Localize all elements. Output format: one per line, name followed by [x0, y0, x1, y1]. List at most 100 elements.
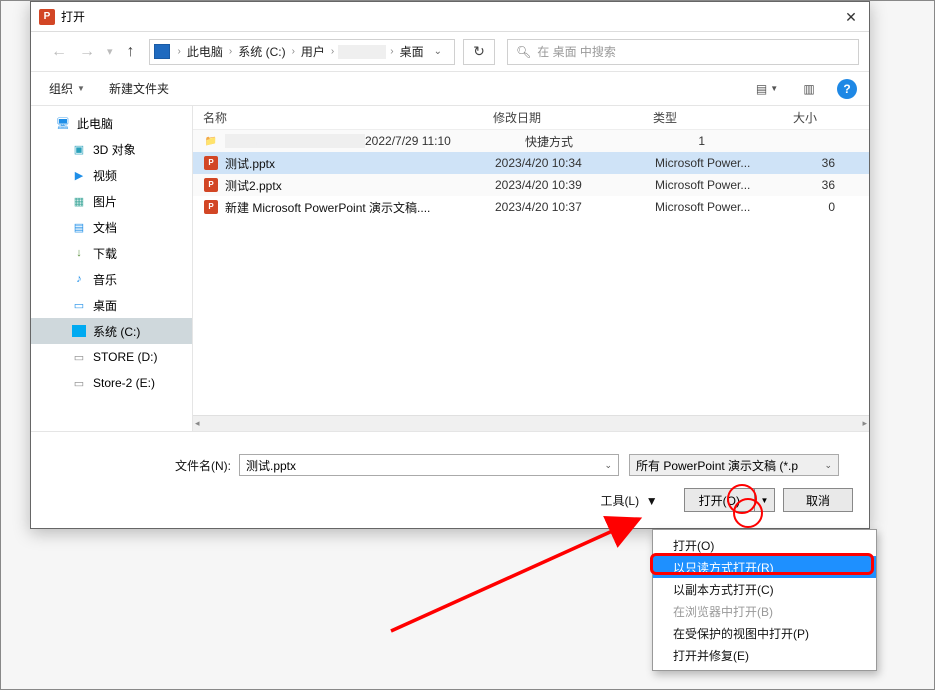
open-split-button[interactable]: 打开(O) ▼: [684, 488, 775, 512]
file-row[interactable]: P 测试2.pptx 2023/4/20 10:39 Microsoft Pow…: [193, 174, 869, 196]
menu-item-open-repair[interactable]: 打开并修复(E): [653, 644, 876, 666]
col-type[interactable]: 类型: [653, 109, 793, 126]
sidebar-item-this-pc[interactable]: 🖥此电脑: [31, 110, 192, 136]
breadcrumb-drive[interactable]: 系统 (C:): [236, 43, 287, 60]
open-button[interactable]: 打开(O): [684, 488, 755, 512]
back-button[interactable]: ←: [45, 43, 73, 61]
powerpoint-icon: P: [39, 9, 55, 25]
col-size[interactable]: 大小: [793, 109, 833, 126]
ppt-icon: P: [203, 177, 219, 193]
up-button[interactable]: ↑: [119, 43, 143, 61]
breadcrumb-root[interactable]: 此电脑: [185, 43, 225, 60]
menu-item-open-copy[interactable]: 以副本方式打开(C): [653, 578, 876, 600]
file-type: Microsoft Power...: [655, 156, 795, 170]
file-row[interactable]: P 测试.pptx 2023/4/20 10:34 Microsoft Powe…: [193, 152, 869, 174]
drive-icon: ▭: [71, 349, 87, 365]
video-icon: ▶: [71, 167, 87, 183]
sidebar-item-video[interactable]: ▶视频: [31, 162, 192, 188]
titlebar: P 打开 ✕: [31, 2, 869, 32]
folder-icon: 📁: [203, 133, 219, 149]
cube-icon: ▣: [71, 141, 87, 157]
history-dropdown[interactable]: ▾: [101, 45, 119, 58]
dialog-title: 打开: [61, 8, 85, 25]
file-name: 测试.pptx: [225, 155, 495, 172]
chevron-right-icon: ›: [327, 46, 338, 57]
file-date: 2023/4/20 10:37: [495, 200, 655, 214]
forward-button[interactable]: →: [73, 43, 101, 61]
file-date: 2022/7/29 11:10: [365, 134, 525, 148]
footer: 文件名(N): 测试.pptx ⌄ 所有 PowerPoint 演示文稿 (*.…: [31, 431, 869, 512]
file-size: 36: [795, 178, 835, 192]
sidebar-item-drive-c[interactable]: 系统 (C:): [31, 318, 192, 344]
chevron-right-icon: ›: [174, 46, 185, 57]
file-type: 快捷方式: [525, 133, 665, 150]
column-headers[interactable]: 名称 修改日期 类型 大小: [193, 106, 869, 130]
file-pane: 名称 修改日期 类型 大小 📁 hidden 2022/7/29 11:10 快…: [193, 106, 869, 431]
file-size: 1: [665, 134, 705, 148]
ppt-icon: P: [203, 199, 219, 215]
file-name: 测试2.pptx: [225, 177, 495, 194]
file-date: 2023/4/20 10:34: [495, 156, 655, 170]
tools-button[interactable]: 工具(L) ▼: [600, 492, 657, 509]
open-dropdown-button[interactable]: ▼: [755, 488, 775, 512]
sidebar-item-3d[interactable]: ▣3D 对象: [31, 136, 192, 162]
file-size: 36: [795, 156, 835, 170]
chevron-down-icon[interactable]: ⌄: [604, 460, 612, 471]
col-date[interactable]: 修改日期: [493, 109, 653, 126]
filename-input[interactable]: 测试.pptx ⌄: [239, 454, 619, 476]
sidebar-item-drive-d[interactable]: ▭STORE (D:): [31, 344, 192, 370]
chevron-right-icon: ›: [288, 46, 299, 57]
breadcrumb-desktop[interactable]: 桌面: [398, 43, 426, 60]
breadcrumb[interactable]: › 此电脑 › 系统 (C:) › 用户 › xx › 桌面 ⌄: [149, 39, 455, 65]
close-button[interactable]: ✕: [839, 6, 863, 28]
sidebar-item-desktop[interactable]: ▭桌面: [31, 292, 192, 318]
col-name[interactable]: 名称: [203, 109, 493, 126]
nav-row: ← → ▾ ↑ › 此电脑 › 系统 (C:) › 用户 › xx › 桌面 ⌄…: [31, 32, 869, 72]
chevron-right-icon: ›: [225, 46, 236, 57]
file-list: 📁 hidden 2022/7/29 11:10 快捷方式 1 P 测试.ppt…: [193, 130, 869, 415]
horizontal-scrollbar[interactable]: ◂▸: [193, 415, 869, 431]
breadcrumb-user-blurred[interactable]: xx: [338, 45, 386, 59]
file-date: 2023/4/20 10:39: [495, 178, 655, 192]
sidebar-item-music[interactable]: ♪音乐: [31, 266, 192, 292]
cancel-button[interactable]: 取消: [783, 488, 853, 512]
windows-icon: [71, 323, 87, 339]
sidebar-item-downloads[interactable]: ↓下载: [31, 240, 192, 266]
file-row[interactable]: 📁 hidden 2022/7/29 11:10 快捷方式 1: [193, 130, 869, 152]
refresh-button[interactable]: ↻: [463, 39, 495, 65]
new-folder-button[interactable]: 新建文件夹: [103, 76, 175, 101]
open-file-dialog: P 打开 ✕ ← → ▾ ↑ › 此电脑 › 系统 (C:) › 用户 › xx…: [30, 1, 870, 529]
file-type: Microsoft Power...: [655, 178, 795, 192]
organize-button[interactable]: 组织▼: [43, 76, 91, 101]
breadcrumb-users[interactable]: 用户: [299, 43, 327, 60]
file-size: 0: [795, 200, 835, 214]
help-button[interactable]: ?: [837, 79, 857, 99]
menu-item-open[interactable]: 打开(O): [653, 534, 876, 556]
filename-label: 文件名(N):: [175, 457, 231, 474]
file-name: 新建 Microsoft PowerPoint 演示文稿....: [225, 199, 495, 216]
sidebar: 🖥此电脑 ▣3D 对象 ▶视频 ▦图片 ▤文档 ↓下载 ♪音乐 ▭桌面 系统 (…: [31, 106, 193, 431]
file-type: Microsoft Power...: [655, 200, 795, 214]
sidebar-item-pictures[interactable]: ▦图片: [31, 188, 192, 214]
view-button[interactable]: ▤ ▼: [753, 78, 781, 100]
open-dropdown-menu: 打开(O) 以只读方式打开(R) 以副本方式打开(C) 在浏览器中打开(B) 在…: [652, 529, 877, 671]
search-input[interactable]: 🔍︎ 在 桌面 中搜索: [507, 39, 859, 65]
sidebar-item-drive-e[interactable]: ▭Store-2 (E:): [31, 370, 192, 396]
file-row[interactable]: P 新建 Microsoft PowerPoint 演示文稿.... 2023/…: [193, 196, 869, 218]
picture-icon: ▦: [71, 193, 87, 209]
menu-item-open-protected[interactable]: 在受保护的视图中打开(P): [653, 622, 876, 644]
chevron-right-icon: ›: [386, 46, 397, 57]
sidebar-item-documents[interactable]: ▤文档: [31, 214, 192, 240]
ppt-icon: P: [203, 155, 219, 171]
menu-item-open-readonly[interactable]: 以只读方式打开(R): [653, 556, 876, 578]
menu-item-open-browser[interactable]: 在浏览器中打开(B): [653, 600, 876, 622]
breadcrumb-dropdown[interactable]: ⌄: [426, 46, 450, 57]
file-type-filter[interactable]: 所有 PowerPoint 演示文稿 (*.p ⌄: [629, 454, 839, 476]
document-icon: ▤: [71, 219, 87, 235]
preview-button[interactable]: ▥: [795, 78, 823, 100]
music-icon: ♪: [71, 271, 87, 287]
chevron-down-icon[interactable]: ⌄: [824, 460, 832, 471]
pc-icon: 🖥: [55, 115, 71, 131]
file-name: hidden: [225, 134, 365, 148]
pc-icon: [154, 44, 170, 59]
